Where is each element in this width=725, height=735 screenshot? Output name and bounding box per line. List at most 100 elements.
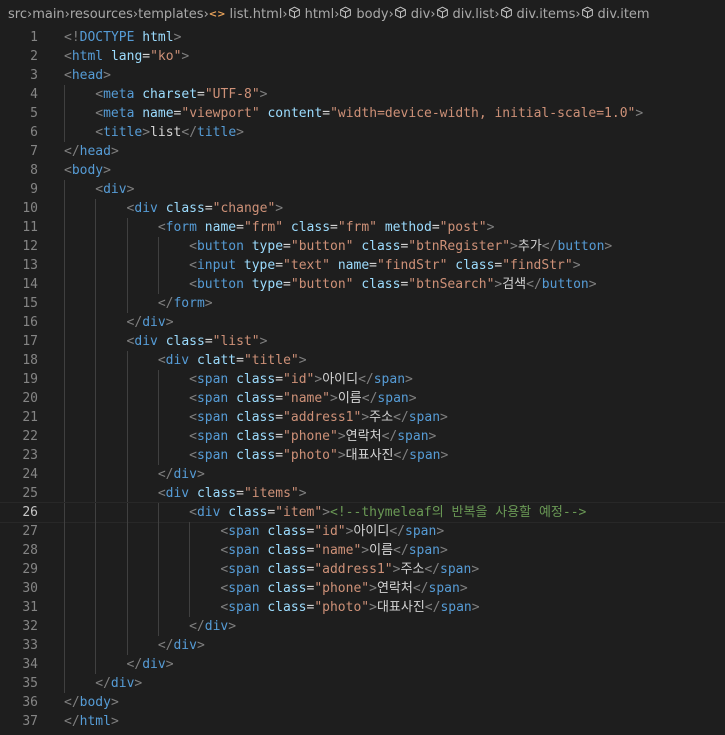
element-icon	[581, 6, 594, 22]
code-token: =	[275, 258, 284, 273]
code-line[interactable]: 17 <div class="list">	[0, 332, 725, 351]
code-line[interactable]: 27 <span class="id">아이디</span>	[0, 522, 725, 541]
line-number: 4	[30, 87, 38, 102]
code-token: "text"	[283, 258, 331, 273]
code-line[interactable]: 26 <div class="item"><!--thymeleaf의 반복을 사…	[0, 502, 725, 523]
code-token: list	[150, 125, 182, 140]
breadcrumb-item[interactable]: body	[339, 6, 389, 22]
indent-guide	[64, 674, 65, 693]
code-token: div	[165, 353, 190, 368]
code-line[interactable]: 2 <html lang="ko">	[0, 47, 725, 66]
code-token: >	[103, 163, 111, 178]
code-line[interactable]: 18 <div clatt="title">	[0, 351, 725, 370]
code-line[interactable]: 6 <title>list</title>	[0, 123, 725, 142]
breadcrumb-item[interactable]: div.items	[500, 6, 575, 22]
code-line[interactable]: 4 <meta charset="UTF-8">	[0, 85, 725, 104]
code-token: span	[377, 391, 409, 406]
indent-guide	[157, 427, 159, 446]
code-line[interactable]: 10 <div class="change">	[0, 199, 725, 218]
code-token: 대표사진	[376, 600, 425, 615]
line-number: 15	[22, 296, 38, 311]
code-line[interactable]: 3 <head>	[0, 66, 725, 85]
indent-guide	[64, 294, 65, 313]
code-line[interactable]: 31 <span class="photo">대표사진</span>	[0, 598, 725, 617]
code-token: >	[196, 638, 205, 653]
code-text: <div clatt="title">	[64, 351, 725, 370]
code-token: lang	[110, 49, 143, 64]
breadcrumb-item[interactable]: div.list	[436, 6, 494, 22]
code-token: "btnRegister"	[408, 239, 511, 254]
code-token: "item"	[275, 505, 323, 520]
breadcrumb-item[interactable]: src	[8, 7, 27, 22]
indent-guide	[64, 123, 65, 142]
code-line[interactable]: 30 <span class="phone">연락처</span>	[0, 579, 725, 598]
breadcrumb-item[interactable]: main	[32, 7, 64, 22]
indent-guide	[157, 598, 159, 617]
code-line[interactable]: 34 </div>	[0, 655, 725, 674]
indent-guide	[64, 389, 65, 408]
indent-guide	[126, 408, 128, 427]
code-token: type	[243, 258, 276, 273]
code-line[interactable]: 16 </div>	[0, 313, 725, 332]
indent-guide	[95, 389, 97, 408]
code-token: >	[322, 505, 331, 520]
code-line[interactable]: 9 <div>	[0, 180, 725, 199]
code-line[interactable]: 1 <!DOCTYPE html>	[0, 28, 725, 47]
breadcrumb-item[interactable]: div.item	[581, 6, 650, 22]
code-token: >	[275, 201, 284, 216]
code-text: <span class="phone">연락처</span>	[64, 427, 725, 446]
code-token: </	[181, 125, 198, 140]
code-line[interactable]: 29 <span class="address1">주소</span>	[0, 560, 725, 579]
element-icon	[436, 6, 449, 22]
code-text: </div>	[64, 617, 725, 636]
code-line[interactable]: 14 <button type="button" class="btnSearch…	[0, 275, 725, 294]
code-token: >	[103, 68, 111, 83]
code-token: </	[393, 543, 409, 558]
code-token: class	[236, 391, 276, 406]
code-token: =	[322, 106, 331, 121]
indent-guide	[95, 560, 97, 579]
code-line[interactable]: 15 </form>	[0, 294, 725, 313]
breadcrumb-item[interactable]: div	[394, 6, 430, 22]
indent-guide	[64, 522, 65, 541]
breadcrumb-item[interactable]: resources	[70, 7, 133, 22]
code-token: span	[228, 524, 260, 539]
code-line[interactable]: 24 </div>	[0, 465, 725, 484]
code-line[interactable]: 8 <body>	[0, 161, 725, 180]
code-token: "phone"	[314, 581, 370, 596]
breadcrumb-item[interactable]: html	[288, 6, 334, 22]
indent-guide	[64, 104, 65, 123]
code-line[interactable]: 25 <div class="items">	[0, 484, 725, 503]
code-line[interactable]: 35 </div>	[0, 674, 725, 693]
code-line[interactable]: 12 <button type="button" class="btnRegist…	[0, 237, 725, 256]
code-line[interactable]: 23 <span class="photo">대표사진</span>	[0, 446, 725, 465]
line-number: 36	[22, 695, 38, 710]
breadcrumb-item[interactable]: templates	[138, 7, 203, 22]
indent-guide	[126, 256, 128, 275]
code-line[interactable]: 7 </head>	[0, 142, 725, 161]
code-line[interactable]: 13 <input type="text" name="findStr" clas…	[0, 256, 725, 275]
code-token: "name"	[283, 391, 331, 406]
indent-guide	[64, 199, 65, 218]
code-line[interactable]: 11 <form name="frm" class="frm" method="p…	[0, 218, 725, 237]
code-line[interactable]: 36 </body>	[0, 693, 725, 712]
breadcrumb-item[interactable]: <> list.html	[209, 7, 283, 22]
code-token: >	[134, 676, 143, 691]
code-editor[interactable]: 1 <!DOCTYPE html> 2 <html lang="ko"> 3 <head>…	[0, 28, 725, 731]
code-line[interactable]: 5 <meta name="viewport" content="width=de…	[0, 104, 725, 123]
code-line[interactable]: 37 </html>	[0, 712, 725, 731]
code-line[interactable]: 19 <span class="id">아이디</span>	[0, 370, 725, 389]
code-line[interactable]: 28 <span class="name">이름</span>	[0, 541, 725, 560]
code-line[interactable]: 21 <span class="address1">주소</span>	[0, 408, 725, 427]
code-line[interactable]: 22 <span class="phone">연락처</span>	[0, 427, 725, 446]
code-token: >	[142, 125, 151, 140]
line-number: 16	[22, 315, 38, 330]
code-line[interactable]: 20 <span class="name">이름</span>	[0, 389, 725, 408]
code-line[interactable]: 32 </div>	[0, 617, 725, 636]
code-line[interactable]: 33 </div>	[0, 636, 725, 655]
line-number: 17	[22, 334, 38, 349]
code-token: div	[134, 334, 158, 349]
